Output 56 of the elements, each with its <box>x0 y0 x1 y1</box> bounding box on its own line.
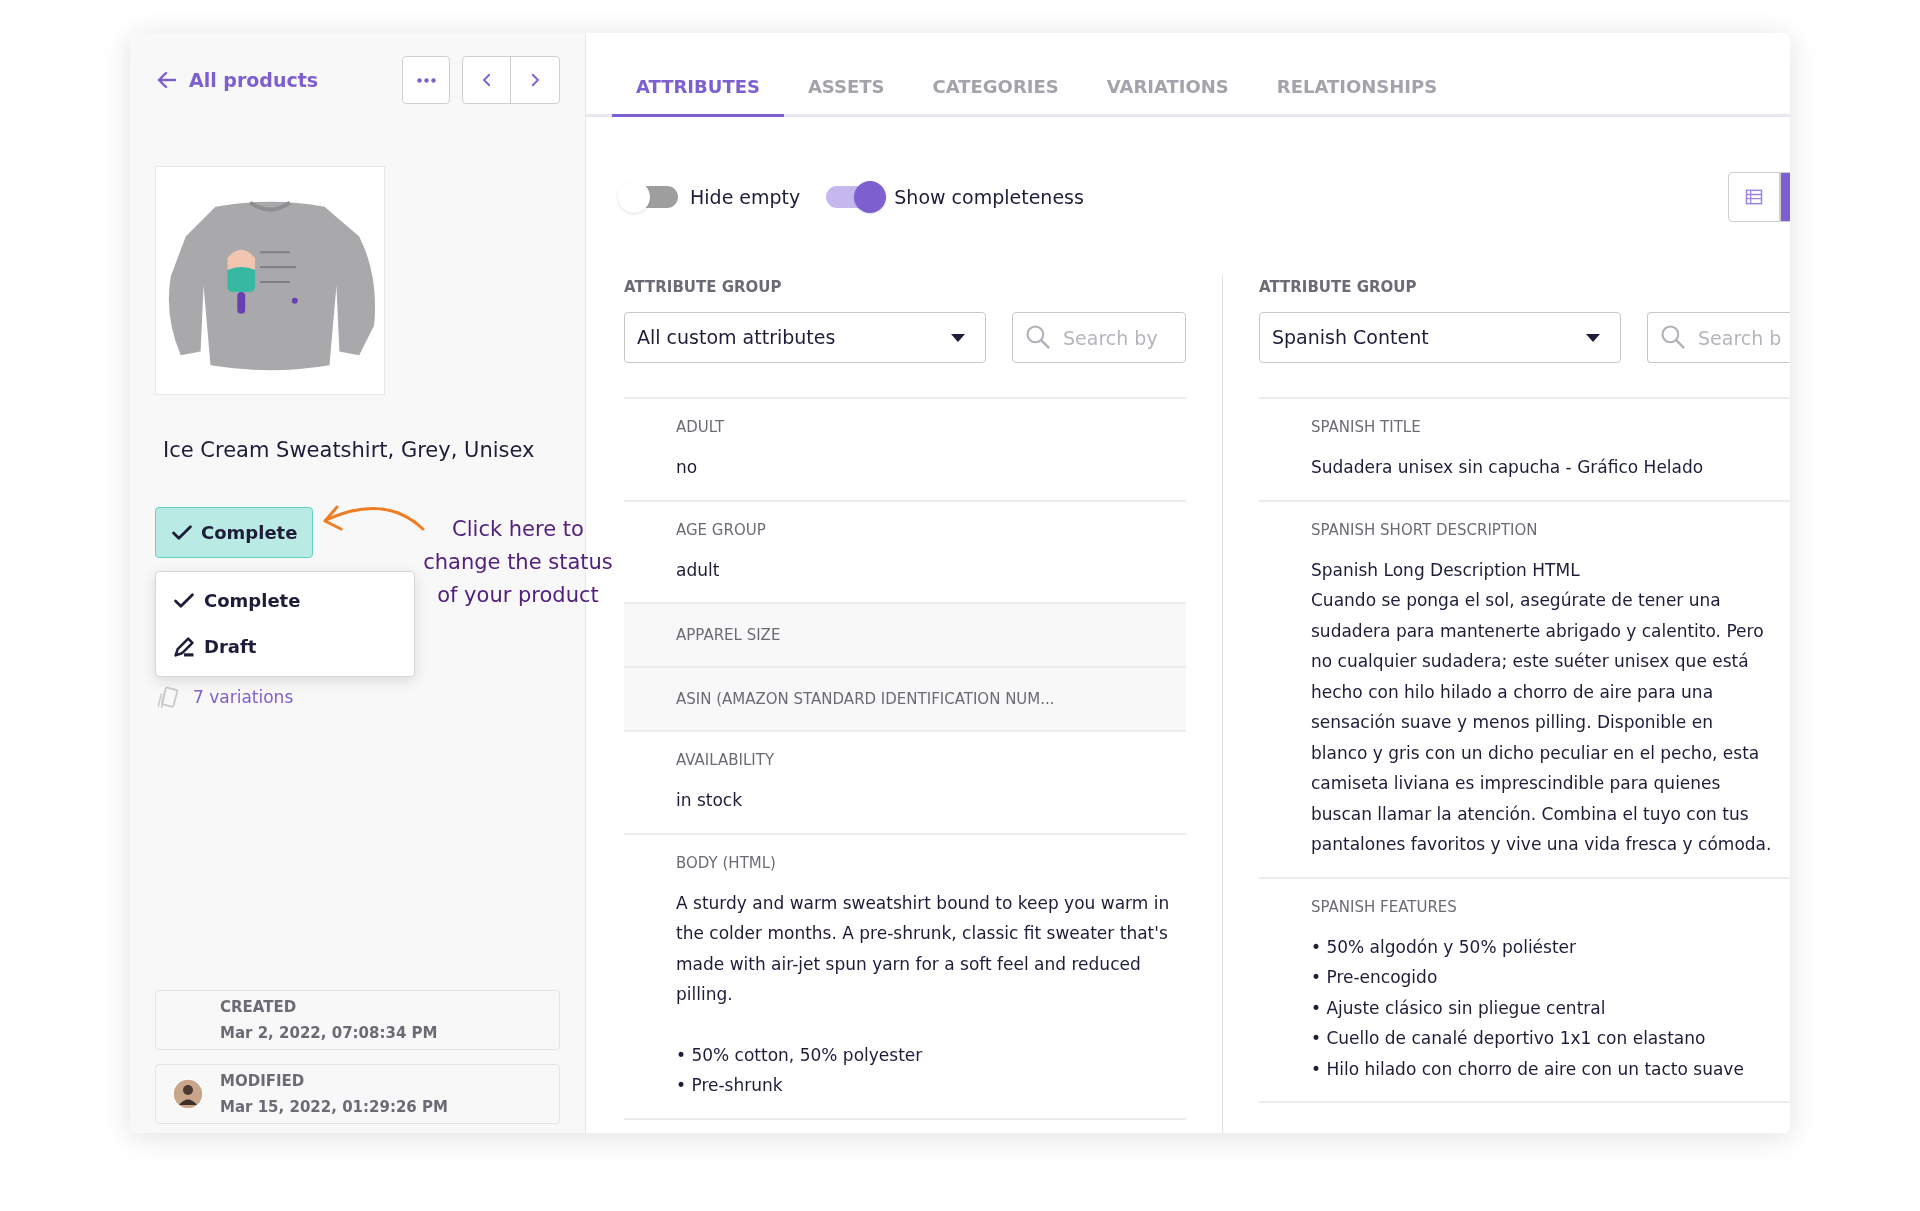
attribute-value: A sturdy and warm sweatshirt bound to keep you warm in the colder months. A pre-shrunk, classic fit sweater that's made with air-jet spun yarn for a soft feel and reduced pilling. <box>676 891 1170 1006</box>
toggle-switch[interactable]: Show completeness <box>826 182 1084 212</box>
pen-icon <box>174 636 194 657</box>
list-icon <box>1744 187 1764 207</box>
info-label: MODIFIED <box>220 1070 306 1092</box>
list-item: • 50% cotton, 50% polyester <box>676 1043 924 1067</box>
group-select[interactable]: Spanish Content <box>1259 312 1621 363</box>
attribute-value: Spanish Long Description HTML <box>1311 558 1581 582</box>
variations-link[interactable]: 7 variations <box>193 684 294 711</box>
info-label: CREATED <box>220 996 298 1018</box>
grid-view-button[interactable] <box>1780 172 1790 222</box>
attribute-value: Cuando se ponga el sol, asegúrate de tener una sudadera para mantenerte abrigado y calentito. Pero no cualquier sudadera; este suéter unisex que está hecho con hilo hilado a chorro de aire para una sensación suave y menos pilling. Disponible en blanco y gris con un dicho peculiar en el pecho, esta camiseta liviana es imprescindible para quienes buscan llamar la atención. Combina el tuyo con tus pantalones favoritos y vive una vida fresca y cómoda. <box>1311 589 1773 856</box>
attribute-label: SPANISH FEATURES <box>1311 896 1458 918</box>
tab[interactable]: ATTRIBUTES <box>612 59 784 117</box>
back-link[interactable]: All products <box>155 65 319 95</box>
more-icon <box>416 77 436 83</box>
search-field[interactable]: Search b <box>1647 312 1790 363</box>
cards-icon <box>155 684 181 711</box>
caret-icon <box>1586 333 1600 342</box>
list-item: • Hilo hilado con chorro de aire con un tacto suave <box>1311 1057 1745 1081</box>
attribute-value: no <box>676 456 699 479</box>
group-label: ATTRIBUTE GROUP <box>1259 277 1418 298</box>
caret-icon <box>951 333 965 342</box>
status-button[interactable]: Complete <box>155 506 313 558</box>
attribute-label: BODY (HTML) <box>676 852 777 874</box>
attribute-label: SPANISH SHORT DESCRIPTION <box>1311 519 1539 541</box>
check-icon <box>172 524 192 540</box>
group-label: ATTRIBUTE GROUP <box>624 277 783 298</box>
info-value: Mar 15, 2022, 01:29:26 PM <box>220 1097 448 1118</box>
search-icon <box>1661 325 1685 349</box>
attribute-label: ASIN (AMAZON STANDARD IDENTIFICATION NUM... <box>676 689 1056 710</box>
check-icon <box>174 593 194 608</box>
attribute-label: SPANISH TITLE <box>1311 417 1422 438</box>
attribute-label: AVAILABILITY <box>676 750 776 771</box>
search-field[interactable]: Search by <box>1012 312 1186 363</box>
attribute-value: adult <box>676 558 721 582</box>
more-button[interactable] <box>402 56 450 104</box>
avatar <box>172 1078 204 1110</box>
attribute-label: APPAREL SIZE <box>676 625 782 646</box>
list-item: • Ajuste clásico sin pliegue central <box>1311 996 1607 1020</box>
list-item: • 50% algodón y 50% poliéster <box>1311 935 1578 959</box>
menu-item[interactable]: Complete <box>156 577 414 624</box>
info-value: Mar 2, 2022, 07:08:34 PM <box>220 1023 438 1044</box>
list-item: • Pre-encogido <box>1311 966 1439 989</box>
attribute-value: in stock <box>676 789 744 812</box>
menu-item[interactable]: Draft <box>156 623 414 670</box>
group-select[interactable]: All custom attributes <box>624 312 986 363</box>
attribute-label: ADULT <box>676 417 726 438</box>
product-title: Ice Cream Sweatshirt, Grey, Unisex <box>163 437 536 464</box>
attribute-value: Sudadera unisex sin capucha - Gráfico Helado <box>1311 456 1705 479</box>
list-item: • Pre-shrunk <box>676 1074 784 1097</box>
annotation-text: Click here to change the status of your product <box>422 516 614 609</box>
list-view-button[interactable] <box>1728 172 1780 222</box>
attribute-label: AGE GROUP <box>676 519 767 541</box>
search-icon <box>1026 325 1050 349</box>
list-item: • Cuello de canalé deportivo 1x1 con elastano <box>1311 1027 1707 1050</box>
